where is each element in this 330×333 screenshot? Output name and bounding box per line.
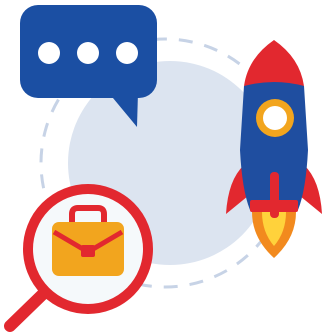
rocket-window-glass xyxy=(263,106,287,130)
rocket-center-fin xyxy=(270,172,279,218)
chat-dot xyxy=(38,42,60,64)
rocket-nose xyxy=(244,40,304,86)
illustration xyxy=(0,0,330,333)
magnifying-glass-icon xyxy=(4,184,153,332)
magnifier-handle xyxy=(4,287,50,332)
chat-dot xyxy=(77,42,99,64)
illustration-svg xyxy=(4,5,322,332)
chat-dot xyxy=(116,42,138,64)
briefcase-clasp xyxy=(81,245,95,257)
